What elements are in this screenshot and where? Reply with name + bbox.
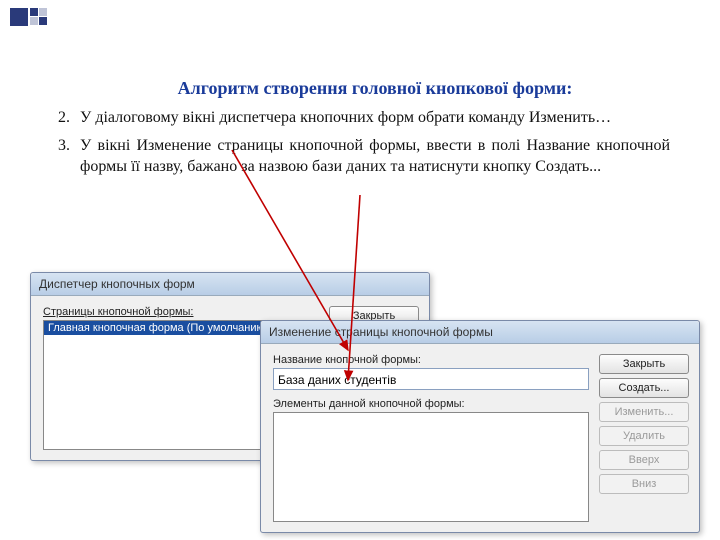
- step-number: 3.: [58, 135, 70, 157]
- edit-switchboard-page-dialog: Изменение страницы кнопочной формы Назва…: [260, 320, 700, 533]
- name-textbox[interactable]: База даних студентів: [273, 368, 589, 390]
- delete-button: Удалить: [599, 426, 689, 446]
- step-3: 3. У вікні Изменение страницы кнопочной …: [80, 135, 670, 178]
- items-label: Элементы данной кнопочной формы:: [273, 398, 589, 410]
- name-label: Название кнопочной формы:: [273, 354, 589, 366]
- pages-label: Страницы кнопочной формы:: [43, 306, 319, 318]
- create-button[interactable]: Создать...: [599, 378, 689, 398]
- down-button: Вниз: [599, 474, 689, 494]
- page-title: Алгоритм створення головної кнопкової фо…: [80, 78, 670, 99]
- up-button: Вверх: [599, 450, 689, 470]
- dialog-title: Диспетчер кнопочных форм: [31, 273, 429, 296]
- step-2: 2. У діалоговому вікні диспетчера кнопоч…: [80, 107, 670, 129]
- step-number: 2.: [58, 107, 70, 129]
- close-button[interactable]: Закрыть: [599, 354, 689, 374]
- edit-button: Изменить...: [599, 402, 689, 422]
- decor-squares: [10, 8, 47, 26]
- step-text: У діалоговому вікні диспетчера кнопочних…: [80, 109, 611, 126]
- dialog-title: Изменение страницы кнопочной формы: [261, 321, 699, 344]
- items-listbox[interactable]: [273, 412, 589, 522]
- step-text: У вікні Изменение страницы кнопочной фор…: [80, 137, 670, 176]
